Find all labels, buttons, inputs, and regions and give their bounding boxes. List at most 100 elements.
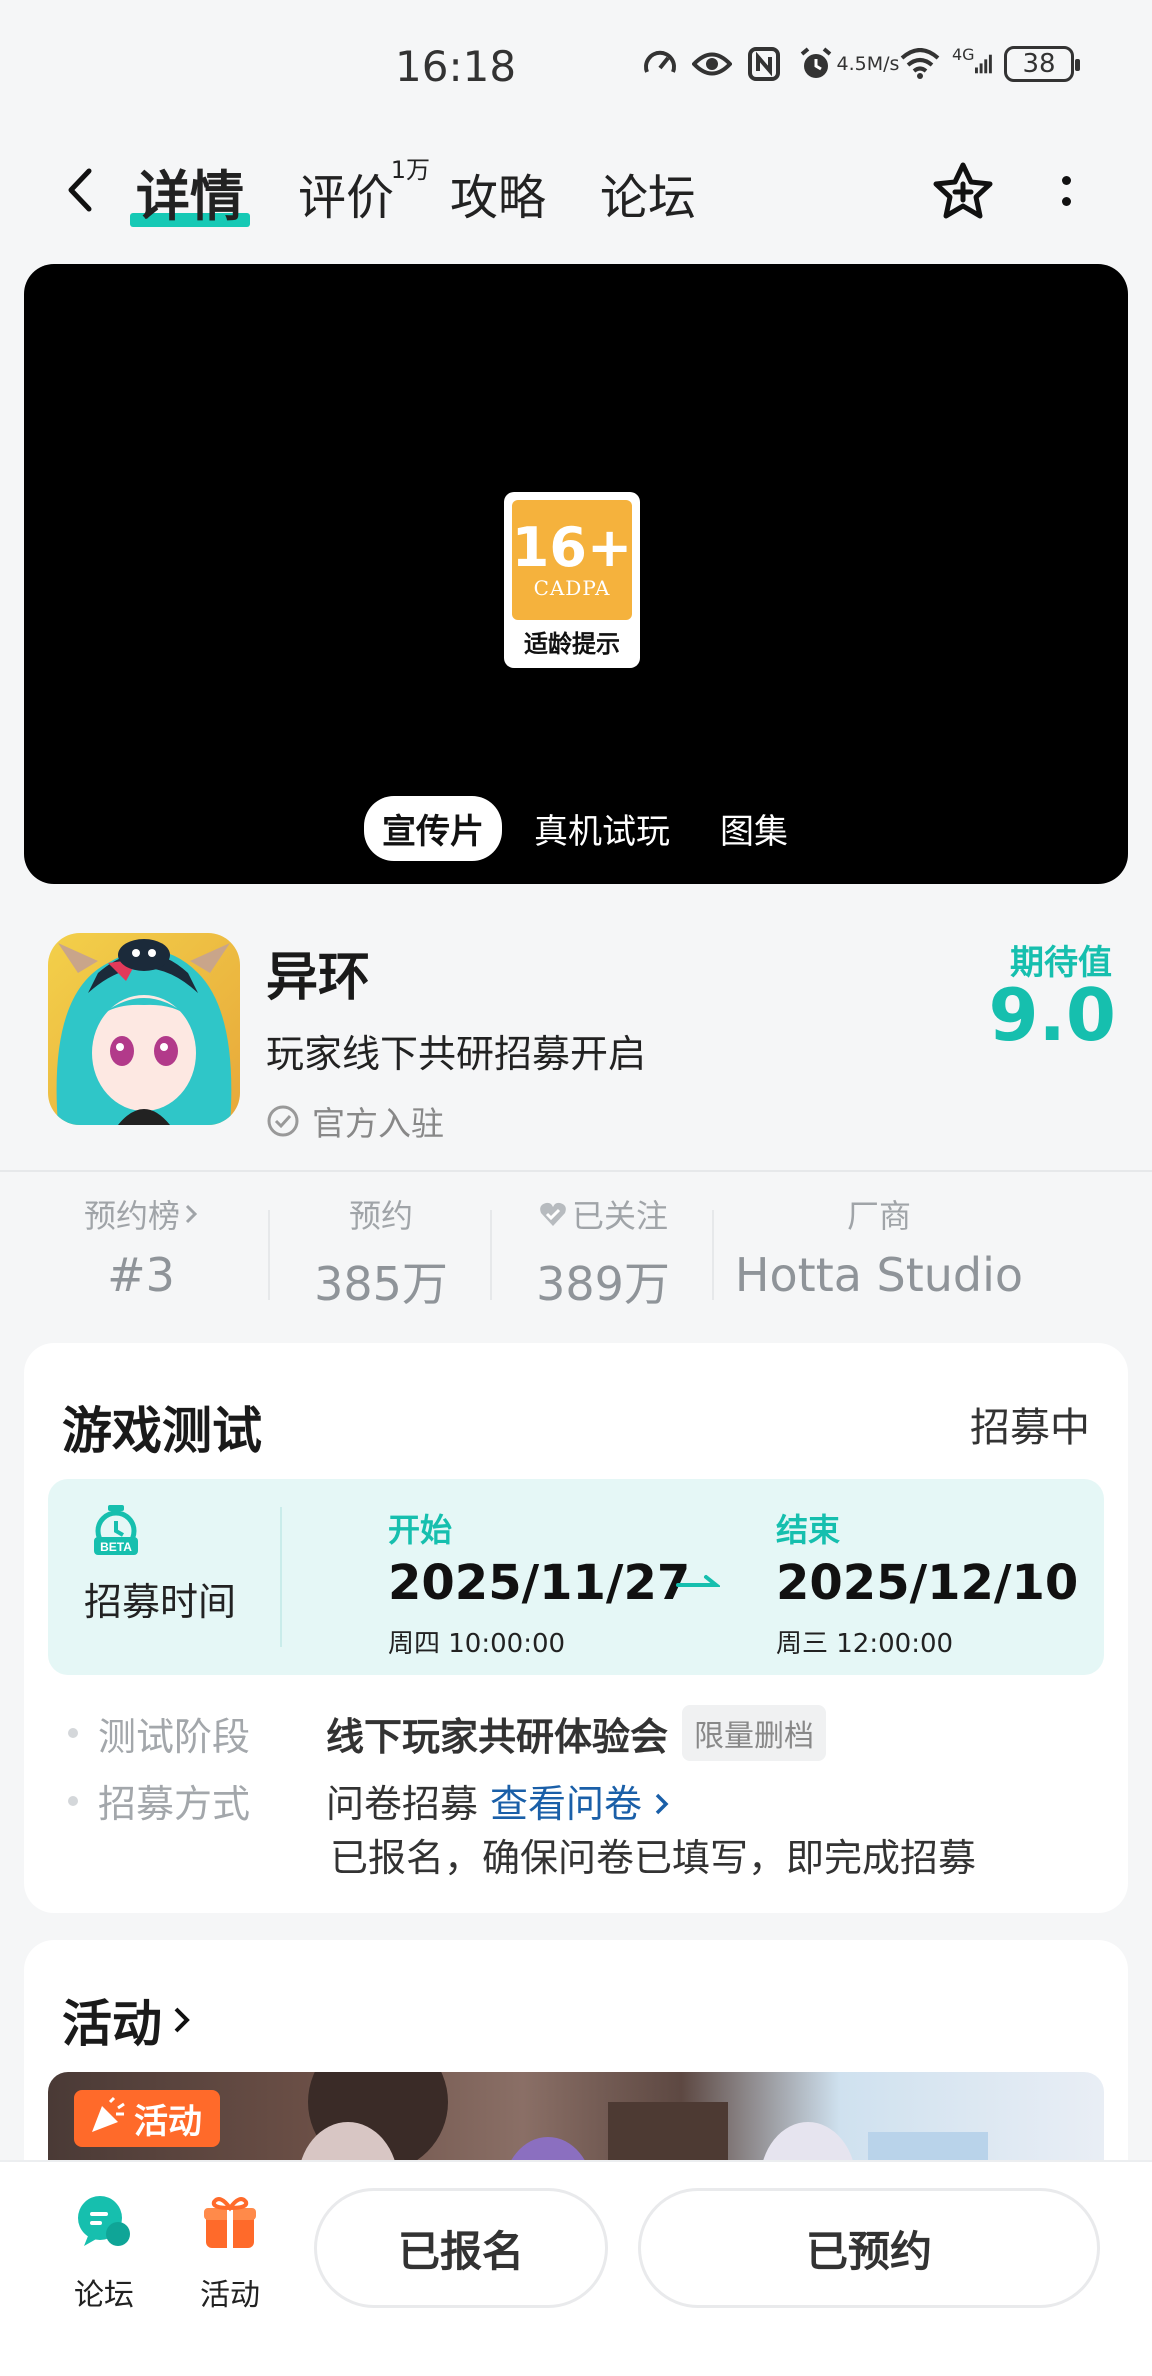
stat-developer-label: 厂商: [846, 1197, 911, 1235]
start-date: 2025/11/27: [388, 1555, 691, 1611]
status-time: 16:18: [395, 42, 517, 91]
status-bar: 16:18 4.5 M/s 4G 38: [0, 0, 1152, 130]
activity-tag-label: 活动: [134, 2102, 202, 2142]
dot: [1061, 176, 1071, 185]
media-tab-gameplay[interactable]: 真机试玩: [516, 796, 688, 861]
heart-check-icon: [540, 1202, 566, 1226]
view-questionnaire-link[interactable]: 查看问卷: [490, 1773, 670, 1828]
age-rating-value: 16+: [511, 516, 633, 579]
stat-followers-label: 已关注: [571, 1197, 668, 1235]
stat-developer[interactable]: 厂商 Hotta Studio: [714, 1190, 1044, 1320]
tab-reviews-label: 评价: [298, 170, 395, 226]
tab-forum-label: 论坛: [600, 170, 697, 226]
media-tabs: 宣传片 真机试玩 图集: [364, 796, 806, 861]
time-box-separator: [280, 1507, 282, 1647]
favorite-button[interactable]: [930, 158, 996, 224]
reserved-button[interactable]: 已预约: [638, 2188, 1100, 2308]
game-header: 异环 玩家线下共研招募开启 官方入驻 期待值 9.0: [0, 905, 1152, 1170]
official-badge: 官方入驻: [266, 1097, 444, 1145]
end-label: 结束: [776, 1511, 841, 1549]
alarm-icon: [796, 44, 836, 84]
more-options-button[interactable]: [1046, 158, 1086, 224]
test-status: 招募中: [970, 1405, 1090, 1451]
tab-reviews[interactable]: 评价 1万: [298, 156, 430, 228]
recruit-note: 已报名，确保问卷已填写，即完成招募: [330, 1836, 977, 1880]
beta-timer-icon: BETA: [94, 1505, 138, 1555]
stat-reservations-label: 预约: [348, 1197, 413, 1235]
net-speed-value: 4.5: [836, 52, 867, 75]
stat-reservation-rank[interactable]: 预约榜 #3: [12, 1190, 270, 1320]
stat-rank-label: 预约榜: [83, 1197, 180, 1235]
stat-followers[interactable]: 已关注 389万: [492, 1190, 714, 1320]
bottom-activity-button[interactable]: 活动: [180, 2192, 280, 2314]
expectation-score: 9.0: [988, 973, 1116, 1057]
bottom-action-bar: 论坛 活动 已报名 已预约: [0, 2160, 1152, 2376]
forum-chat-icon: [78, 2196, 130, 2246]
back-button[interactable]: [50, 160, 110, 220]
bullet-dot: [68, 1795, 78, 1806]
end-time: 周三 12:00:00: [776, 1629, 954, 1659]
arrow-right-icon: [676, 1575, 720, 1587]
signed-up-button[interactable]: 已报名: [314, 2188, 608, 2308]
gift-icon: [204, 2197, 256, 2248]
game-name: 异环: [266, 948, 371, 1008]
test-stage-row: 测试阶段 线下玩家共研体验会 限量删档: [68, 1705, 827, 1761]
test-card-title: 游戏测试: [62, 1402, 262, 1460]
media-tab-trailer[interactable]: 宣传片: [364, 796, 502, 861]
bullet-dot: [68, 1728, 78, 1738]
stat-followers-value: 389万: [536, 1257, 670, 1311]
game-test-card: 游戏测试 招募中 BETA 招募时间 开始 2025/11/27 周四 10:0…: [24, 1343, 1128, 1913]
speedometer-icon: [640, 44, 680, 84]
stat-reservations-value: 385万: [314, 1257, 448, 1311]
nfc-icon: [744, 44, 784, 84]
check-circle-icon: [267, 1105, 299, 1137]
game-slogan: 玩家线下共研招募开启: [266, 1032, 647, 1076]
chevron-right-icon: [185, 1204, 198, 1224]
reviews-count-badge: 1万: [390, 156, 431, 184]
stat-label: 已关注: [492, 1190, 714, 1238]
signal-icon: 4G: [952, 44, 992, 84]
chevron-left-icon: [68, 168, 92, 212]
bottom-forum-button[interactable]: 论坛: [54, 2192, 154, 2314]
age-rating-tip: 适龄提示: [524, 630, 620, 658]
media-player[interactable]: 16+ CADPA 适龄提示 宣传片 真机试玩 图集: [24, 264, 1128, 884]
star-add-icon: [933, 162, 993, 219]
network-type: 4G: [952, 44, 975, 64]
recruit-method-value: 问卷招募: [326, 1782, 479, 1826]
stat-reservations: 预约 385万: [270, 1190, 492, 1320]
status-icons: 4.5 M/s 4G 38: [640, 44, 1080, 84]
tab-guides[interactable]: 攻略: [450, 158, 546, 228]
view-questionnaire-label: 查看问卷: [490, 1782, 643, 1826]
stat-developer-value: Hotta Studio: [734, 1248, 1024, 1302]
activity-title-label: 活动: [62, 1995, 162, 2053]
game-icon[interactable]: [48, 933, 240, 1125]
media-tab-gallery[interactable]: 图集: [702, 796, 806, 861]
stat-rank-value: #3: [107, 1248, 175, 1302]
start-label: 开始: [388, 1511, 453, 1549]
start-time: 周四 10:00:00: [388, 1629, 566, 1659]
recruit-method-key: 招募方式: [98, 1782, 251, 1826]
activity-title[interactable]: 活动: [62, 1984, 192, 2056]
age-rating-badge: 16+ CADPA 适龄提示: [504, 492, 640, 668]
test-stage-tag: 限量删档: [682, 1705, 827, 1761]
wifi-icon: [900, 44, 940, 84]
recruit-method-row: 招募方式 问卷招募 查看问卷: [68, 1773, 670, 1828]
top-nav: 详情 评价 1万 攻略 论坛: [0, 140, 1152, 250]
chevron-right-icon: [174, 2007, 190, 2033]
tab-guides-label: 攻略: [450, 170, 547, 226]
beta-label: BETA: [100, 1540, 132, 1554]
bottom-activity-label: 活动: [200, 2278, 260, 2313]
battery-indicator: 38: [1004, 46, 1080, 82]
test-stage-key: 测试阶段: [98, 1714, 251, 1759]
age-rating-box: 16+ CADPA: [512, 500, 632, 620]
tab-details[interactable]: 详情: [130, 152, 250, 231]
activity-tag: 活动: [74, 2090, 220, 2147]
end-date: 2025/12/10: [776, 1555, 1079, 1611]
recruit-time-label: 招募时间: [84, 1580, 237, 1624]
age-rating-org: CADPA: [533, 576, 611, 600]
bottom-forum-label: 论坛: [74, 2278, 134, 2313]
dot: [1061, 197, 1071, 206]
party-popper-icon: [92, 2096, 125, 2132]
tab-forum[interactable]: 论坛: [600, 158, 696, 228]
tab-details-label: 详情: [136, 165, 244, 228]
